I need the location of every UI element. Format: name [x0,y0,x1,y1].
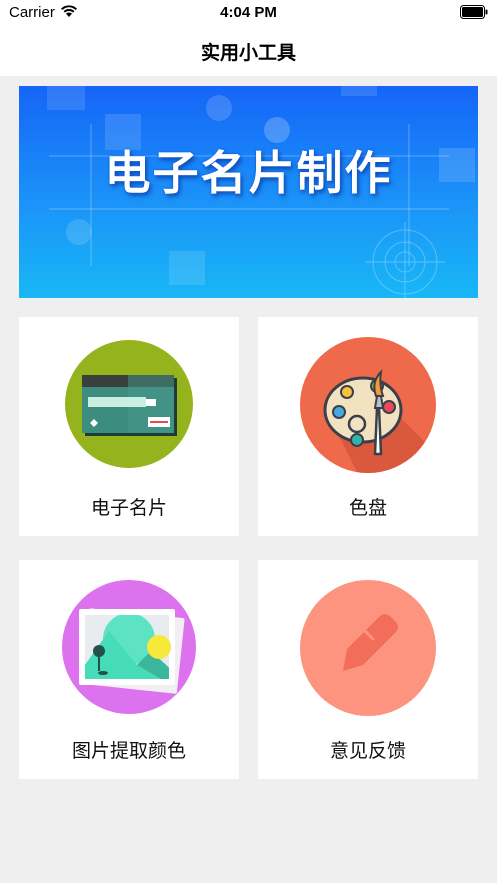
tool-card-palette[interactable]: 色盘 [258,317,478,536]
business-card-icon [64,339,194,469]
page-title: 实用小工具 [200,42,296,64]
picture-icon [61,579,197,715]
tool-card-business-card[interactable]: 电子名片 [19,317,239,536]
feedback-pencil-icon [299,579,437,717]
tool-card-feedback[interactable]: 意见反馈 [258,560,478,779]
battery-icon [460,5,488,19]
tool-label: 意见反馈 [329,740,406,762]
tool-label: 电子名片 [90,497,167,519]
promo-banner[interactable]: 电子名片制作 [19,86,478,298]
banner-title: 电子名片制作 [104,146,393,200]
navigation-bar: 实用小工具 [0,26,497,76]
tool-label: 色盘 [348,497,387,519]
status-bar: Carrier 4:04 PM [0,0,497,26]
tool-card-image-color-picker[interactable]: 图片提取颜色 [19,560,239,779]
status-time: 4:04 PM [220,4,277,21]
tool-label: 图片提取颜色 [71,740,186,762]
palette-icon [299,336,437,474]
